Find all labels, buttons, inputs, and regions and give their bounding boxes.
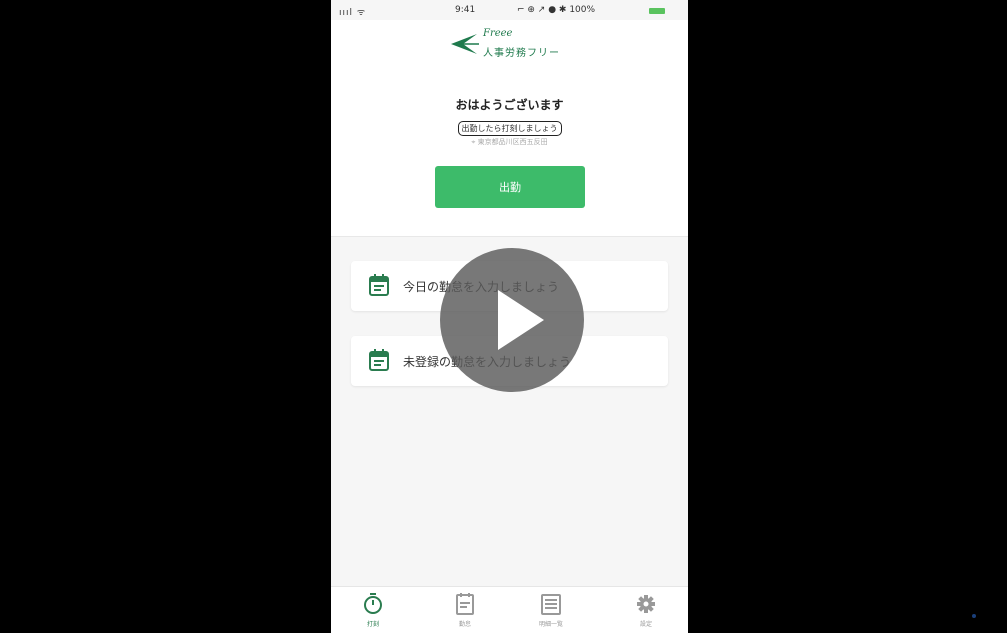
battery-icon <box>649 8 665 14</box>
corner-dot <box>972 614 976 618</box>
play-icon <box>498 290 544 350</box>
clock-in-button[interactable]: 出勤 <box>435 166 585 208</box>
calendar-icon <box>369 349 389 371</box>
tab-label: 明細一覧 <box>538 621 563 628</box>
play-video-button[interactable] <box>440 248 584 392</box>
gear-icon <box>636 593 656 615</box>
logo-text: 人事労務フリー <box>483 48 560 59</box>
tab-attendance[interactable]: 勤怠 <box>435 593 495 628</box>
tab-label: 設定 <box>639 621 652 628</box>
document-icon <box>455 593 475 615</box>
punch-subtitle: 出勤したら打刻しましょう <box>457 121 562 136</box>
logo-script: Freee <box>483 28 513 39</box>
tab-punch[interactable]: 打刻 <box>343 593 403 628</box>
location-text: ⌖ 東京都品川区西五反田 <box>471 138 548 146</box>
app-logo: Freee 人事労務フリー <box>449 24 579 64</box>
status-time: 9:41 <box>455 5 476 15</box>
status-bar: ıııl ᯤ 9:41 ⌐ ⊕ ↗ ● ✱ 100% <box>331 0 688 20</box>
stopwatch-icon <box>363 593 383 615</box>
tab-bar: 打刻 勤怠 明細一覧 設定 <box>331 586 688 633</box>
tab-payslips[interactable]: 明細一覧 <box>521 593 581 628</box>
calendar-icon <box>369 274 389 296</box>
punch-header: Freee 人事労務フリー おはようございます 出勤したら打刻しましょう ⌖ 東… <box>331 20 688 237</box>
list-icon <box>541 593 561 615</box>
bird-logo-icon <box>449 30 481 64</box>
tab-settings[interactable]: 設定 <box>616 593 676 628</box>
clock-in-label: 出勤 <box>499 181 521 194</box>
signal-wifi-indicator: ıııl ᯤ <box>339 8 367 18</box>
status-indicators: ⌐ ⊕ ↗ ● ✱ 100% <box>517 5 596 15</box>
tab-label: 打刻 <box>366 621 379 628</box>
video-frame: ıııl ᯤ 9:41 ⌐ ⊕ ↗ ● ✱ 100% Freee 人事労務フリー… <box>0 0 1007 633</box>
greeting-title: おはようございます <box>455 98 564 112</box>
tab-label: 勤怠 <box>458 621 471 628</box>
